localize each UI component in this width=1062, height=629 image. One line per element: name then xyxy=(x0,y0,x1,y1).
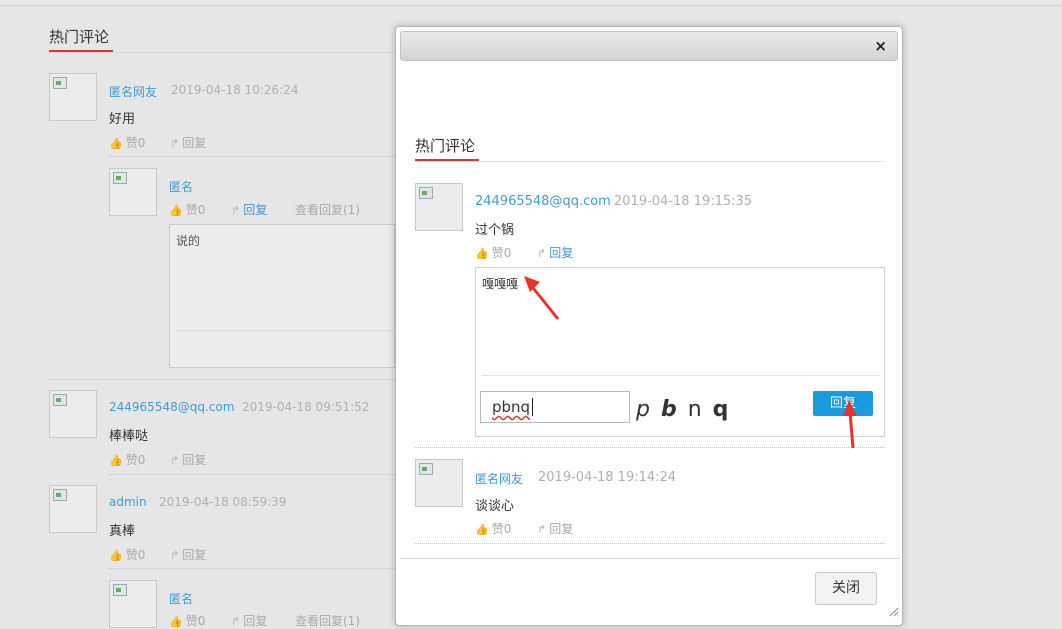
textarea-divider xyxy=(482,375,880,376)
comment-content: 谈谈心 xyxy=(475,499,515,514)
comment-time: 2019-04-18 19:14:24 xyxy=(538,470,677,485)
reply-link[interactable]: ↱ 回复 xyxy=(537,520,573,537)
avatar xyxy=(415,459,463,507)
captcha-char: q xyxy=(712,397,731,422)
thumbs-up-icon: 👍 xyxy=(109,137,123,150)
close-button[interactable]: 关闭 xyxy=(815,572,877,605)
thumbs-up-icon: 👍 xyxy=(169,615,183,628)
comment-time: 2019-04-18 10:26:24 xyxy=(171,83,299,97)
comment-user[interactable]: 244965548@qq.com xyxy=(475,194,611,209)
section-title: 热门评论 xyxy=(49,28,110,46)
title-rule xyxy=(415,161,885,162)
view-replies-link[interactable]: 查看回复(1) xyxy=(295,201,360,218)
dialog-header[interactable]: × xyxy=(400,31,898,61)
divider xyxy=(49,379,395,381)
textarea-divider xyxy=(176,330,396,331)
avatar xyxy=(415,183,463,231)
captcha-input-value: pbnq xyxy=(492,398,531,416)
comment-time: 2019-04-18 19:15:35 xyxy=(614,194,753,209)
textarea-text: 说的 xyxy=(176,234,201,248)
annotation-arrow-icon xyxy=(843,400,857,449)
thumbs-up-icon: 👍 xyxy=(109,549,123,562)
avatar xyxy=(49,73,97,121)
comment-content: 棒棒哒 xyxy=(109,429,149,444)
view-replies-link[interactable]: 查看回复(1) xyxy=(295,612,360,629)
resize-grip-icon[interactable] xyxy=(889,607,899,617)
comment-user[interactable]: 匿名网友 xyxy=(475,470,523,487)
reply-user[interactable]: 匿名 xyxy=(169,178,193,195)
divider xyxy=(415,543,885,545)
top-divider xyxy=(0,5,1062,6)
avatar xyxy=(49,390,97,438)
text-caret xyxy=(532,398,533,416)
comment-content: 真棒 xyxy=(109,524,136,539)
reply-arrow-icon: ↱ xyxy=(170,454,180,467)
title-rule xyxy=(49,52,395,53)
divider xyxy=(109,568,395,570)
reply-link[interactable]: ↱ 回复 xyxy=(231,612,267,629)
annotation-arrow-icon xyxy=(524,276,560,320)
comment-time: 2019-04-18 09:51:52 xyxy=(242,400,370,414)
reply-link[interactable]: ↱ 回复 xyxy=(537,244,573,261)
reply-arrow-icon: ↱ xyxy=(537,247,547,260)
reply-arrow-icon: ↱ xyxy=(170,549,180,562)
like-button[interactable]: 👍 赞0 xyxy=(169,201,205,218)
reply-user[interactable]: 匿名 xyxy=(169,590,193,607)
captcha-char: p xyxy=(636,397,652,422)
comment-user[interactable]: 244965548@qq.com xyxy=(109,400,234,414)
captcha-image[interactable]: p b n q xyxy=(636,397,730,422)
comment-content: 好用 xyxy=(109,112,136,127)
section-title: 热门评论 xyxy=(415,137,476,155)
avatar xyxy=(109,168,157,216)
reply-arrow-icon: ↱ xyxy=(231,204,241,217)
divider xyxy=(109,474,395,476)
reply-arrow-icon: ↱ xyxy=(537,523,547,536)
comment-time: 2019-04-18 08:59:39 xyxy=(159,495,287,509)
reply-arrow-icon: ↱ xyxy=(170,137,180,150)
textarea-text: 嘎嘎嘎 xyxy=(482,277,519,291)
reply-link[interactable]: ↱ 回复 xyxy=(170,546,206,563)
like-button[interactable]: 👍 赞0 xyxy=(109,546,145,563)
captcha-char: b xyxy=(660,397,679,422)
reply-textarea[interactable]: 说的 xyxy=(169,224,396,368)
thumbs-up-icon: 👍 xyxy=(169,204,183,217)
comment-user[interactable]: admin xyxy=(109,495,147,509)
footer-divider xyxy=(400,558,900,559)
thumbs-up-icon: 👍 xyxy=(475,247,489,260)
reply-link[interactable]: ↱ 回复 xyxy=(170,451,206,468)
reply-arrow-icon: ↱ xyxy=(231,615,241,628)
like-button[interactable]: 👍 赞0 xyxy=(475,520,511,537)
divider xyxy=(415,447,885,449)
reply-link[interactable]: ↱ 回复 xyxy=(170,134,206,151)
avatar xyxy=(49,485,97,533)
like-button[interactable]: 👍 赞0 xyxy=(109,134,145,151)
avatar xyxy=(109,580,157,628)
reply-link[interactable]: ↱ 回复 xyxy=(231,201,267,218)
divider xyxy=(109,156,395,158)
like-button[interactable]: 👍 赞0 xyxy=(169,612,205,629)
thumbs-up-icon: 👍 xyxy=(475,523,489,536)
comment-dialog: × 热门评论 244965548@qq.com 2019-04-18 19:15… xyxy=(395,26,903,626)
comment-content: 过个锅 xyxy=(475,223,515,238)
captcha-char: n xyxy=(687,397,704,422)
comment-user[interactable]: 匿名网友 xyxy=(109,83,157,100)
thumbs-up-icon: 👍 xyxy=(109,454,123,467)
captcha-input[interactable]: pbnq xyxy=(480,391,630,423)
like-button[interactable]: 👍 赞0 xyxy=(109,451,145,468)
close-icon[interactable]: × xyxy=(874,37,887,55)
like-button[interactable]: 👍 赞0 xyxy=(475,244,511,261)
